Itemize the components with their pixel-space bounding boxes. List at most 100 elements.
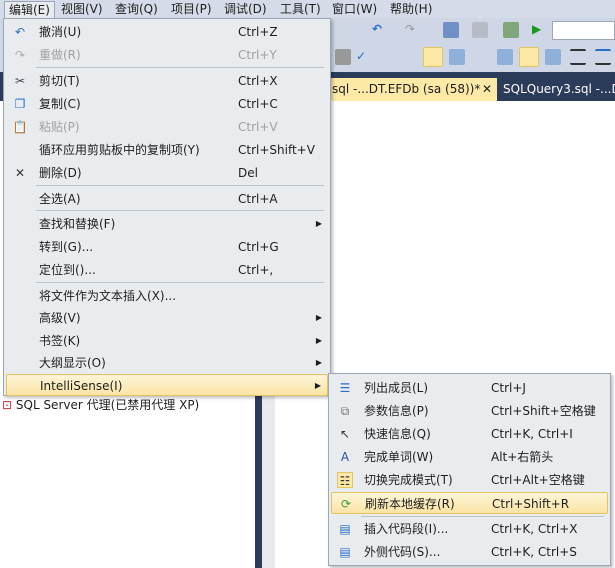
insert-snippet-icon: ▤: [339, 522, 351, 536]
client-stats-icon[interactable]: [545, 49, 561, 65]
menu-item-label: 删除(D): [39, 166, 82, 180]
menu-item-label: 列出成员(L): [364, 381, 429, 395]
menu-item[interactable]: ❐ 复制(C) Ctrl+C: [6, 93, 328, 115]
menu-item[interactable]: 高级(V) ▶: [6, 307, 328, 329]
menu-item[interactable]: IntelliSense(I) ▶: [6, 374, 328, 396]
menu-item[interactable]: 定位到()... Ctrl+,: [6, 259, 328, 281]
tree-item-label: SQL Server 代理(已禁用代理 XP): [15, 398, 200, 412]
menu-item-shortcut: Ctrl+V: [238, 120, 278, 134]
menu-separator: [361, 516, 604, 517]
tab-sqlquery3[interactable]: SQLQuery3.sql -...D: [503, 78, 615, 100]
list-members-icon: ☰: [339, 381, 351, 395]
menu-item-label: 刷新本地缓存(R): [365, 497, 455, 511]
complete-word-icon: A: [340, 450, 350, 464]
navigate-icon[interactable]: [443, 22, 459, 38]
statistics-icon[interactable]: [519, 47, 539, 67]
include-plan-icon[interactable]: [497, 49, 513, 65]
menu-item[interactable]: 循环应用剪贴板中的复制项(Y) Ctrl+Shift+V: [6, 139, 328, 161]
parameter-info-icon: ⧉: [340, 404, 350, 418]
menu-project[interactable]: 项目(P): [167, 1, 216, 18]
menu-item[interactable]: ▤ 外侧代码(S)... Ctrl+K, Ctrl+S: [331, 541, 608, 563]
menu-item-shortcut: Ctrl+C: [238, 97, 278, 111]
parse-icon[interactable]: ✓: [356, 49, 372, 65]
forward-icon[interactable]: [472, 22, 488, 38]
database-select[interactable]: [552, 21, 615, 40]
uncomment-icon[interactable]: [595, 49, 611, 65]
menu-item-label: 全选(A): [39, 192, 81, 206]
menu-item-shortcut: Alt+右箭头: [491, 450, 554, 464]
submenu-arrow-icon: ▶: [315, 219, 322, 228]
refresh-cache-icon: ⟳: [340, 497, 352, 511]
menu-window[interactable]: 窗口(W): [328, 1, 381, 18]
submenu-arrow-icon: ▶: [315, 336, 322, 345]
menu-item[interactable]: ↖ 快速信息(Q) Ctrl+K, Ctrl+I: [331, 423, 608, 445]
menu-item-label: 将文件作为文本插入(X)...: [39, 289, 177, 303]
menu-item[interactable]: ↶ 撤消(U) Ctrl+Z: [6, 21, 328, 43]
menu-item[interactable]: 查找和替换(F) ▶: [6, 213, 328, 235]
menu-item-label: 高级(V): [39, 311, 81, 325]
chart-icon[interactable]: [503, 22, 519, 38]
menu-item-shortcut: Ctrl+Shift+空格键: [491, 404, 596, 418]
menu-tools[interactable]: 工具(T): [276, 1, 325, 18]
menu-item[interactable]: ✕ 删除(D) Del: [6, 162, 328, 184]
undo-icon[interactable]: ↶: [372, 22, 388, 38]
menu-help[interactable]: 帮助(H): [386, 1, 436, 18]
menu-item[interactable]: ☰ 列出成员(L) Ctrl+J: [331, 377, 608, 399]
menu-view[interactable]: 视图(V): [57, 1, 107, 18]
menu-item-shortcut: Ctrl+J: [491, 381, 526, 395]
close-icon[interactable]: ✕: [482, 78, 492, 100]
menu-item[interactable]: 将文件作为文本插入(X)...: [6, 285, 328, 307]
redo-icon[interactable]: ↷: [405, 22, 421, 38]
quick-info-icon: ↖: [339, 427, 351, 441]
menu-item-label: 撤消(U): [39, 25, 82, 39]
menu-separator: [36, 282, 324, 283]
menu-item-label: 快速信息(Q): [364, 427, 431, 441]
menu-item[interactable]: ✂ 剪切(T) Ctrl+X: [6, 70, 328, 92]
menu-item-shortcut: Ctrl+G: [238, 240, 279, 254]
comment-icon[interactable]: [570, 49, 586, 65]
menu-item[interactable]: 书签(K) ▶: [6, 330, 328, 352]
menu-item-label: IntelliSense(I): [40, 379, 123, 393]
menu-item-shortcut: Ctrl+K, Ctrl+X: [491, 522, 578, 536]
menu-item-label: 切换完成模式(T): [364, 473, 453, 487]
menu-item-label: 复制(C): [39, 97, 81, 111]
menu-item-label: 完成单词(W): [364, 450, 434, 464]
query-options-icon[interactable]: [449, 49, 465, 65]
menu-item[interactable]: ⟳ 刷新本地缓存(R) Ctrl+Shift+R: [331, 492, 608, 514]
menu-item-label: 重做(R): [39, 48, 81, 62]
menu-item[interactable]: ☷ 切换完成模式(T) Ctrl+Alt+空格键: [331, 469, 608, 491]
menu-item[interactable]: 大纲显示(O) ▶: [6, 352, 328, 374]
menu-edit[interactable]: 编辑(E): [4, 1, 55, 18]
menu-item-label: 参数信息(P): [364, 404, 429, 418]
menu-item[interactable]: A 完成单词(W) Alt+右箭头: [331, 446, 608, 468]
menu-item[interactable]: ▤ 插入代码段(I)... Ctrl+K, Ctrl+X: [331, 518, 608, 540]
menu-item[interactable]: 📋 粘贴(P) Ctrl+V: [6, 116, 328, 138]
submenu-arrow-icon: ▶: [314, 381, 321, 390]
tab-active-query[interactable]: sql -...DT.EFDb (sa (58))* ✕: [328, 78, 497, 101]
menu-item-label: 外侧代码(S)...: [364, 545, 441, 559]
menu-item-shortcut: Ctrl+K, Ctrl+S: [491, 545, 577, 559]
menu-item-label: 定位到()...: [39, 263, 96, 277]
menu-item-shortcut: Ctrl+,: [238, 263, 274, 277]
results-to-grid-icon[interactable]: [423, 47, 443, 67]
tab-title: sql -...DT.EFDb (sa (58))*: [332, 82, 481, 96]
menu-item-shortcut: Ctrl+A: [238, 192, 278, 206]
menu-item-label: 书签(K): [39, 334, 81, 348]
menu-debug[interactable]: 调试(D): [220, 1, 271, 18]
menu-query[interactable]: 查询(Q): [111, 1, 162, 18]
execute-icon[interactable]: ▶: [532, 22, 548, 38]
menu-item[interactable]: ↷ 重做(R) Ctrl+Y: [6, 44, 328, 66]
menu-item[interactable]: 转到(G)... Ctrl+G: [6, 236, 328, 258]
menu-item-label: 循环应用剪贴板中的复制项(Y): [39, 143, 200, 157]
edit-menu: ↶ 撤消(U) Ctrl+Z ↷ 重做(R) Ctrl+Y ✂ 剪切(T) Ctrl+X ❐ 复制(…: [3, 18, 331, 396]
menu-item[interactable]: 全选(A) Ctrl+A: [6, 188, 328, 210]
stop-icon[interactable]: [335, 49, 351, 65]
undo-icon: ↶: [14, 25, 26, 39]
menu-item-label: 查找和替换(F): [39, 217, 116, 231]
menu-item-shortcut: Ctrl+K, Ctrl+I: [491, 427, 573, 441]
menu-item-label: 大纲显示(O): [39, 356, 106, 370]
tree-item-sql-agent[interactable]: ⊡ SQL Server 代理(已禁用代理 XP): [2, 396, 199, 413]
menu-item-shortcut: Ctrl+Shift+R: [492, 497, 570, 511]
submenu-arrow-icon: ▶: [315, 358, 322, 367]
menu-item[interactable]: ⧉ 参数信息(P) Ctrl+Shift+空格键: [331, 400, 608, 422]
